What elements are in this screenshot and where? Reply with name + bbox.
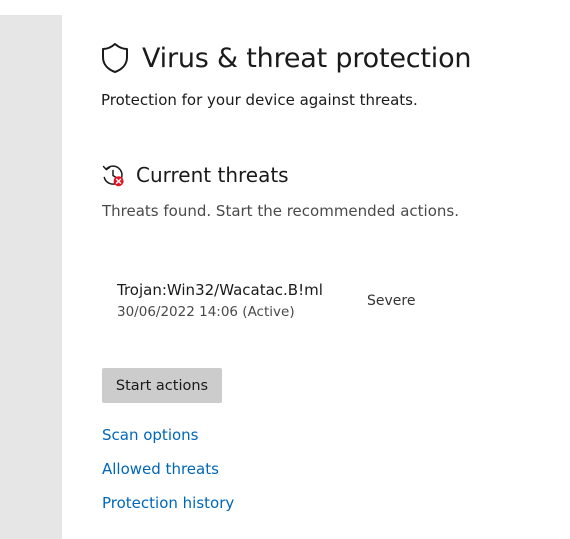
allowed-threats-link[interactable]: Allowed threats bbox=[102, 460, 219, 478]
current-threats-header: Current threats bbox=[101, 162, 289, 188]
navigation-sidebar bbox=[0, 15, 62, 539]
page-header: Virus & threat protection bbox=[100, 40, 472, 76]
threat-severity: Severe bbox=[367, 293, 416, 309]
protection-history-link[interactable]: Protection history bbox=[102, 494, 234, 512]
section-title: Current threats bbox=[136, 163, 289, 187]
page-subtitle: Protection for your device against threa… bbox=[101, 91, 418, 109]
shield-icon bbox=[100, 42, 130, 74]
window: Virus & threat protection Protection for… bbox=[0, 0, 570, 539]
threat-item[interactable]: Trojan:Win32/Wacatac.B!ml 30/06/2022 14:… bbox=[117, 281, 447, 325]
threat-name: Trojan:Win32/Wacatac.B!ml bbox=[117, 281, 323, 299]
section-description: Threats found. Start the recommended act… bbox=[102, 202, 459, 220]
page-title: Virus & threat protection bbox=[142, 42, 472, 74]
main-content: Virus & threat protection Protection for… bbox=[100, 0, 560, 539]
scan-options-link[interactable]: Scan options bbox=[102, 426, 198, 444]
threat-detected-time: 30/06/2022 14:06 (Active) bbox=[117, 304, 295, 320]
history-alert-icon bbox=[101, 163, 125, 187]
start-actions-button[interactable]: Start actions bbox=[102, 368, 222, 403]
